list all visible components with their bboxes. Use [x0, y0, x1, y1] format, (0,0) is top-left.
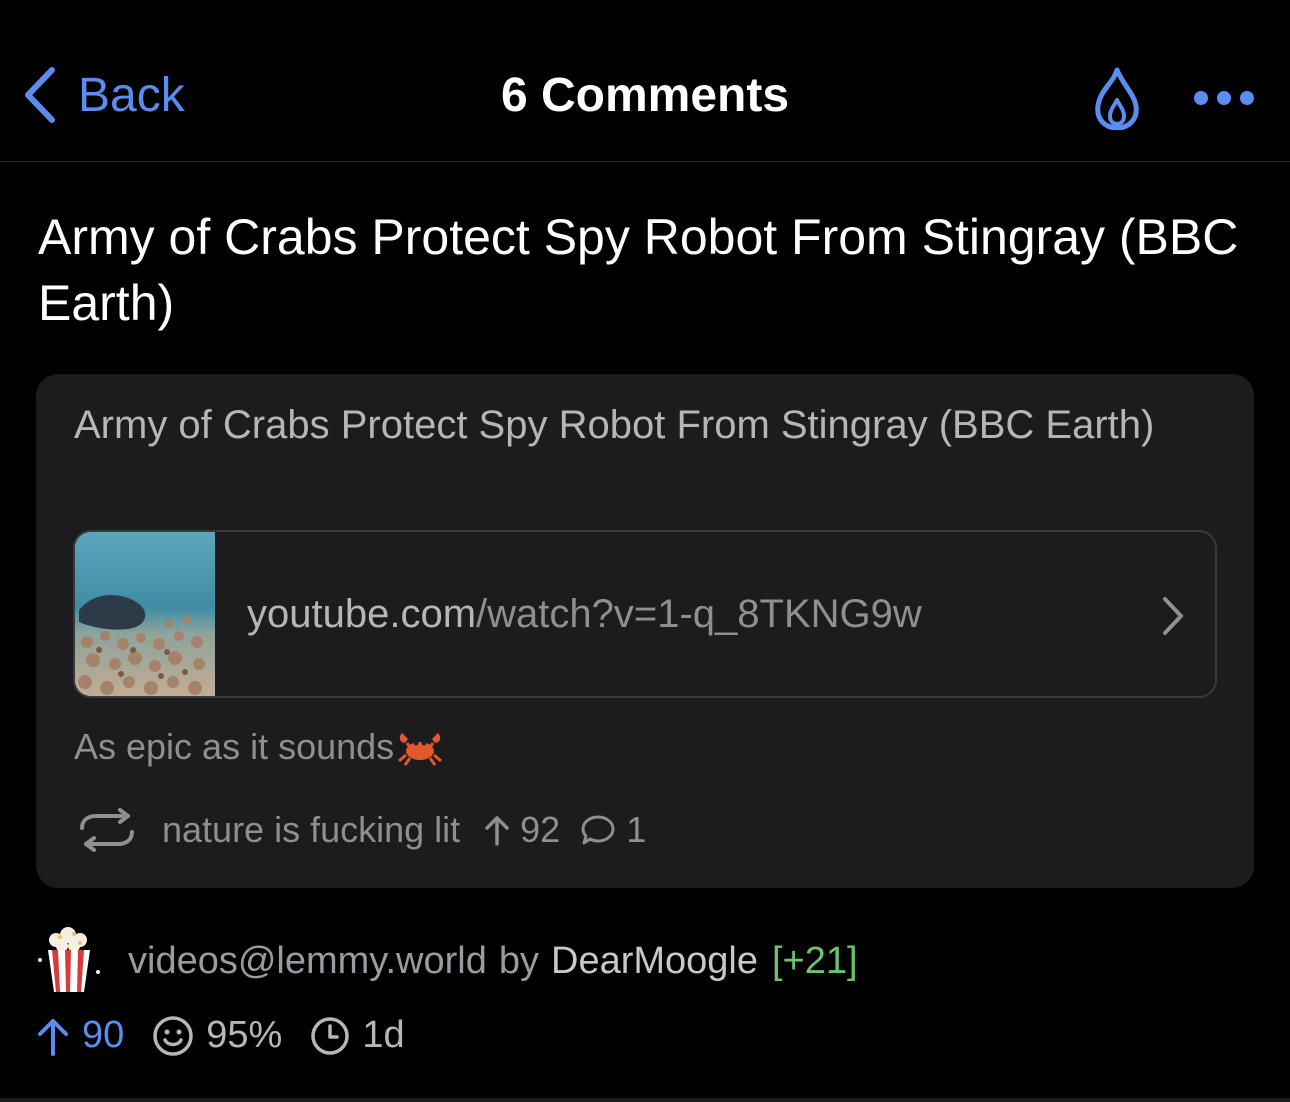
- smiley-icon: [153, 1015, 194, 1056]
- upvote-count: 90: [82, 1014, 125, 1056]
- arrow-up-icon: [38, 1018, 68, 1056]
- divider: [0, 1098, 1290, 1102]
- community-name[interactable]: videos@lemmy.world: [128, 940, 487, 983]
- clock-icon: [311, 1016, 350, 1055]
- post-age-value: 1d: [362, 1014, 405, 1056]
- navigation-bar: Back 6 Comments: [0, 0, 1290, 162]
- crosspost-caption: As epic as it sounds: [74, 726, 444, 768]
- crosspost-comment-count: 1: [626, 809, 647, 850]
- crosspost-upvotes: 92: [484, 809, 560, 851]
- crosspost-comments: 1: [580, 809, 646, 851]
- upvote-button[interactable]: 90: [36, 1014, 124, 1057]
- crosspost-title: Army of Crabs Protect Spy Robot From Sti…: [74, 403, 1155, 447]
- crosspost-meta: nature is fucking lit 92 1: [76, 808, 666, 852]
- author-name[interactable]: DearMoogle: [551, 940, 758, 983]
- video-thumbnail: [75, 532, 215, 696]
- author-karma: [+21]: [772, 939, 858, 982]
- post-stats: 90 95% 1d: [36, 1014, 433, 1057]
- popcorn-icon[interactable]: [36, 926, 102, 996]
- comment-bubble-icon: [581, 815, 615, 845]
- post-attribution: videos@lemmy.world by DearMoogle [+21]: [36, 926, 858, 996]
- sort-button[interactable]: [1092, 66, 1142, 131]
- upvote-ratio: 95%: [152, 1014, 282, 1057]
- crosspost-upvote-count: 92: [520, 809, 561, 850]
- more-options-button[interactable]: [1194, 88, 1254, 108]
- upvote-ratio-value: 95%: [206, 1014, 283, 1056]
- flame-icon: [1095, 67, 1139, 131]
- more-icon: [1194, 91, 1208, 105]
- crab-emoji-icon: [398, 733, 443, 766]
- post-title: Army of Crabs Protect Spy Robot From Sti…: [38, 209, 1239, 331]
- caption-text: As epic as it sounds: [74, 726, 395, 767]
- by-label: by: [498, 939, 539, 982]
- crosspost-community[interactable]: nature is fucking lit: [162, 809, 460, 851]
- chevron-right-icon: [1163, 597, 1183, 635]
- crosspost-card[interactable]: Army of Crabs Protect Spy Robot From Sti…: [36, 374, 1254, 888]
- crosspost-icon: [80, 808, 134, 852]
- link-domain: youtube.com: [247, 592, 477, 636]
- arrow-up-icon: [485, 816, 509, 846]
- post-age: 1d: [310, 1014, 405, 1057]
- link-url: youtube.com/watch?v=1-q_8TKNG9w: [247, 592, 922, 637]
- link-path: /watch?v=1-q_8TKNG9w: [476, 592, 922, 636]
- link-preview[interactable]: youtube.com/watch?v=1-q_8TKNG9w: [73, 530, 1217, 698]
